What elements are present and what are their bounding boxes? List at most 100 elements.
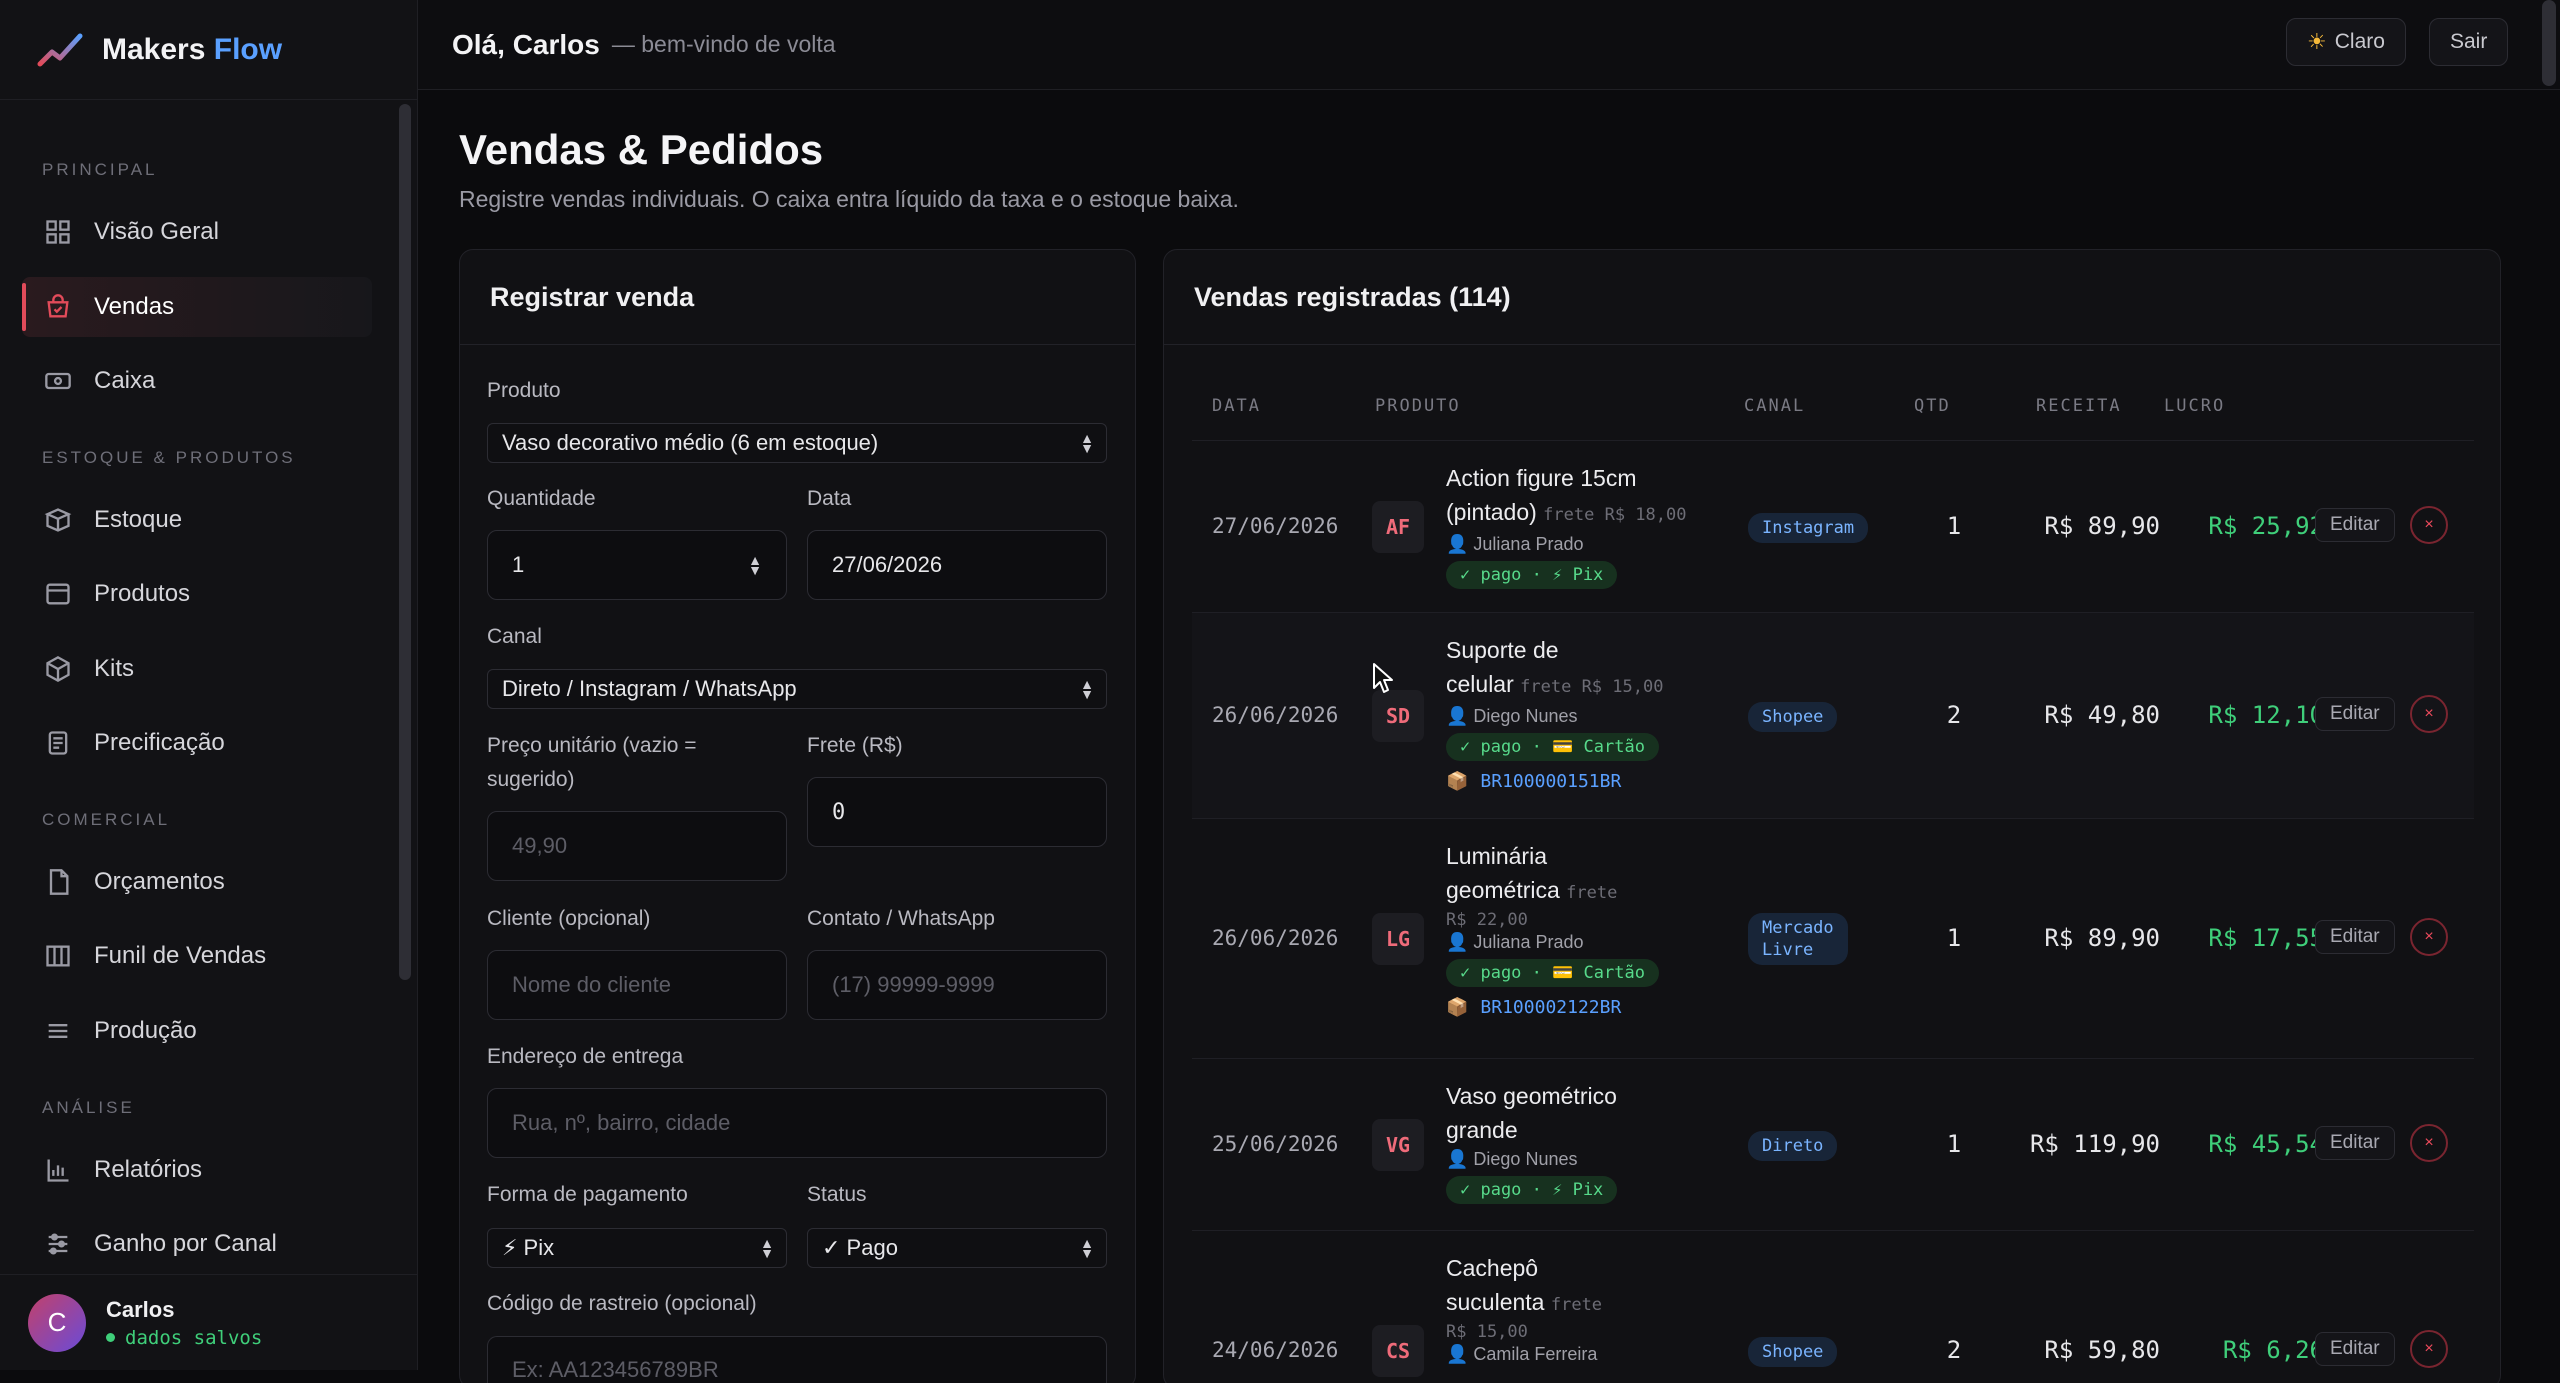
product-name: Cachepô xyxy=(1446,1255,1539,1281)
delete-button[interactable]: × xyxy=(2410,1330,2448,1368)
row-receita: R$ 119,90 xyxy=(2029,1130,2160,1158)
stepper-arrows-icon[interactable]: ▲ ▼ xyxy=(748,553,762,577)
page-title: Vendas & Pedidos xyxy=(459,126,824,173)
top-header: Olá, Carlos — bem-vindo de volta ☀ Claro … xyxy=(418,0,2560,90)
avatar: C xyxy=(28,1293,86,1352)
preco-input[interactable]: 49,90 xyxy=(487,811,787,881)
tracking-code[interactable]: 📦 BR100000151BR xyxy=(1446,771,1716,792)
payment-status-badge: ✓ pago · 💳 Cartão xyxy=(1446,733,1659,761)
edit-button[interactable]: Editar xyxy=(2315,1332,2395,1366)
row-lucro: R$ 25,92 xyxy=(2208,512,2324,540)
endereco-input[interactable]: Rua, nº, bairro, cidade xyxy=(487,1088,1107,1158)
page-scrollbar[interactable] xyxy=(2542,0,2556,86)
logout-button[interactable]: Sair xyxy=(2429,18,2509,66)
grid-icon xyxy=(44,218,72,246)
client-name: 👤 Camila Ferreira xyxy=(1446,1344,1598,1364)
brand[interactable]: Makers Flow xyxy=(0,0,417,100)
status-select[interactable]: ✓ Pago ▲ ▼ xyxy=(807,1228,1107,1268)
sidebar-item-ganho-canal[interactable]: Ganho por Canal xyxy=(22,1214,372,1274)
sidebar-item-vendas[interactable]: Vendas xyxy=(22,277,372,337)
pagamento-label: Forma de pagamento xyxy=(487,1183,688,1206)
select-arrows-icon: ▲ ▼ xyxy=(1080,676,1094,702)
product-name: Luminária xyxy=(1446,843,1547,869)
pagamento-select[interactable]: ⚡ Pix ▲ ▼ xyxy=(487,1228,787,1268)
sliders-icon xyxy=(44,1230,72,1258)
sidebar-item-funil[interactable]: Funil de Vendas xyxy=(22,926,372,986)
edit-button[interactable]: Editar xyxy=(2315,1126,2395,1160)
package-icon: 📦 xyxy=(1446,997,1469,1018)
status-dot xyxy=(106,1333,115,1342)
row-product: Vaso geométrico grande 👤 Diego Nunes ✓ p… xyxy=(1446,1079,1716,1204)
product-name: Vaso geométrico xyxy=(1446,1083,1617,1109)
bar-chart-icon xyxy=(44,1156,72,1184)
channel-badge: Shopee xyxy=(1748,1337,1838,1367)
rastreio-input[interactable]: Ex: AA123456789BR xyxy=(487,1336,1107,1383)
product-initials: AF xyxy=(1372,501,1424,553)
list-icon xyxy=(44,1017,72,1045)
row-receita: R$ 59,80 xyxy=(2044,1336,2160,1364)
select-arrows-icon: ▲ ▼ xyxy=(1080,1235,1094,1261)
row-lucro: R$ 17,55 xyxy=(2208,924,2324,952)
row-qtd: 1 xyxy=(1946,924,1962,952)
calculator-icon xyxy=(44,729,72,757)
table-row[interactable]: 27/06/2026 AF Action figure 15cm (pintad… xyxy=(1192,441,2474,613)
payment-status-badge: ✓ pago · ⚡ Pix xyxy=(1446,1176,1618,1204)
delete-button[interactable]: × xyxy=(2410,1124,2448,1162)
table-row[interactable]: 24/06/2026 CS Cachepô suculenta frete R$… xyxy=(1192,1231,2474,1379)
sidebar-item-produtos[interactable]: Produtos xyxy=(22,564,372,624)
row-product: Luminária geométrica frete R$ 22,00 👤 Ju… xyxy=(1446,839,1716,1018)
produto-select[interactable]: Vaso decorativo médio (6 em estoque) ▲ ▼ xyxy=(487,423,1107,463)
quantidade-stepper[interactable]: 1 ▲ ▼ xyxy=(487,530,787,600)
data-label: Data xyxy=(807,487,852,510)
row-lucro: R$ 6,26 xyxy=(2222,1336,2324,1364)
tracking-code[interactable]: 📦 BR100002122BR xyxy=(1446,997,1716,1018)
theme-toggle-button[interactable]: ☀ Claro xyxy=(2286,18,2406,66)
row-lucro: R$ 12,10 xyxy=(2208,701,2324,729)
row-date: 24/06/2026 xyxy=(1212,1338,1339,1362)
table-row[interactable]: 26/06/2026 LG Luminária geométrica frete… xyxy=(1192,819,2474,1059)
product-frete-value: R$ 22,00 xyxy=(1446,910,1528,930)
sidebar-item-producao[interactable]: Produção xyxy=(22,1001,372,1061)
sidebar-item-visao-geral[interactable]: Visão Geral xyxy=(22,202,372,262)
edit-button[interactable]: Editar xyxy=(2315,508,2395,542)
delete-button[interactable]: × xyxy=(2410,918,2448,956)
frete-input[interactable]: 0 xyxy=(807,777,1107,847)
section-comercial: COMERCIAL xyxy=(42,810,171,829)
delete-button[interactable]: × xyxy=(2410,695,2448,733)
row-receita: R$ 49,80 xyxy=(2044,701,2160,729)
endereco-label: Endereço de entrega xyxy=(487,1045,684,1068)
sidebar-nav: PRINCIPAL Visão Geral Vendas Caixa ESTOQ… xyxy=(0,100,417,1274)
greeting: Olá, Carlos xyxy=(452,28,600,60)
sidebar-item-estoque[interactable]: Estoque xyxy=(22,490,372,550)
channel-badge: Direto xyxy=(1748,1131,1838,1161)
edit-button[interactable]: Editar xyxy=(2315,920,2395,954)
edit-button[interactable]: Editar xyxy=(2315,697,2395,731)
sidebar-item-label: Kits xyxy=(94,655,135,682)
sidebar: Makers Flow PRINCIPAL Visão Geral Vendas… xyxy=(0,0,418,1370)
sidebar-scrollbar[interactable] xyxy=(399,104,411,980)
product-initials: SD xyxy=(1372,690,1424,742)
sidebar-item-relatorios[interactable]: Relatórios xyxy=(22,1140,372,1200)
client-name: 👤 Juliana Prado xyxy=(1446,534,1584,554)
sidebar-item-kits[interactable]: Kits xyxy=(22,639,372,699)
sidebar-item-caixa[interactable]: Caixa xyxy=(22,351,372,411)
greeting-sub: — bem-vindo de volta xyxy=(611,31,836,57)
sidebar-item-orcamentos[interactable]: Orçamentos xyxy=(22,852,372,912)
delete-button[interactable]: × xyxy=(2410,506,2448,544)
sidebar-item-label: Produção xyxy=(94,1017,197,1044)
cliente-input[interactable]: Nome do cliente xyxy=(487,950,787,1020)
product-frete: frete xyxy=(1550,1295,1603,1315)
sidebar-item-precificacao[interactable]: Precificação xyxy=(22,713,372,773)
data-input[interactable]: 27/06/2026 xyxy=(807,530,1107,600)
canal-select[interactable]: Direto / Instagram / WhatsApp ▲ ▼ xyxy=(487,669,1107,709)
sidebar-item-label: Caixa xyxy=(94,367,156,394)
cliente-label: Cliente (opcional) xyxy=(487,907,651,930)
channel-badge: Shopee xyxy=(1748,702,1838,732)
user-box[interactable]: C Carlos dados salvos xyxy=(0,1274,417,1370)
col-canal: CANAL xyxy=(1744,396,1806,416)
sidebar-item-label: Ganho por Canal xyxy=(94,1230,277,1257)
table-row[interactable]: 25/06/2026 VG Vaso geométrico grande 👤 D… xyxy=(1192,1059,2474,1231)
frete-label: Frete (R$) xyxy=(807,734,903,757)
contato-input[interactable]: (17) 99999-9999 xyxy=(807,950,1107,1020)
table-row[interactable]: 26/06/2026 SD Suporte de celular frete R… xyxy=(1192,613,2474,819)
